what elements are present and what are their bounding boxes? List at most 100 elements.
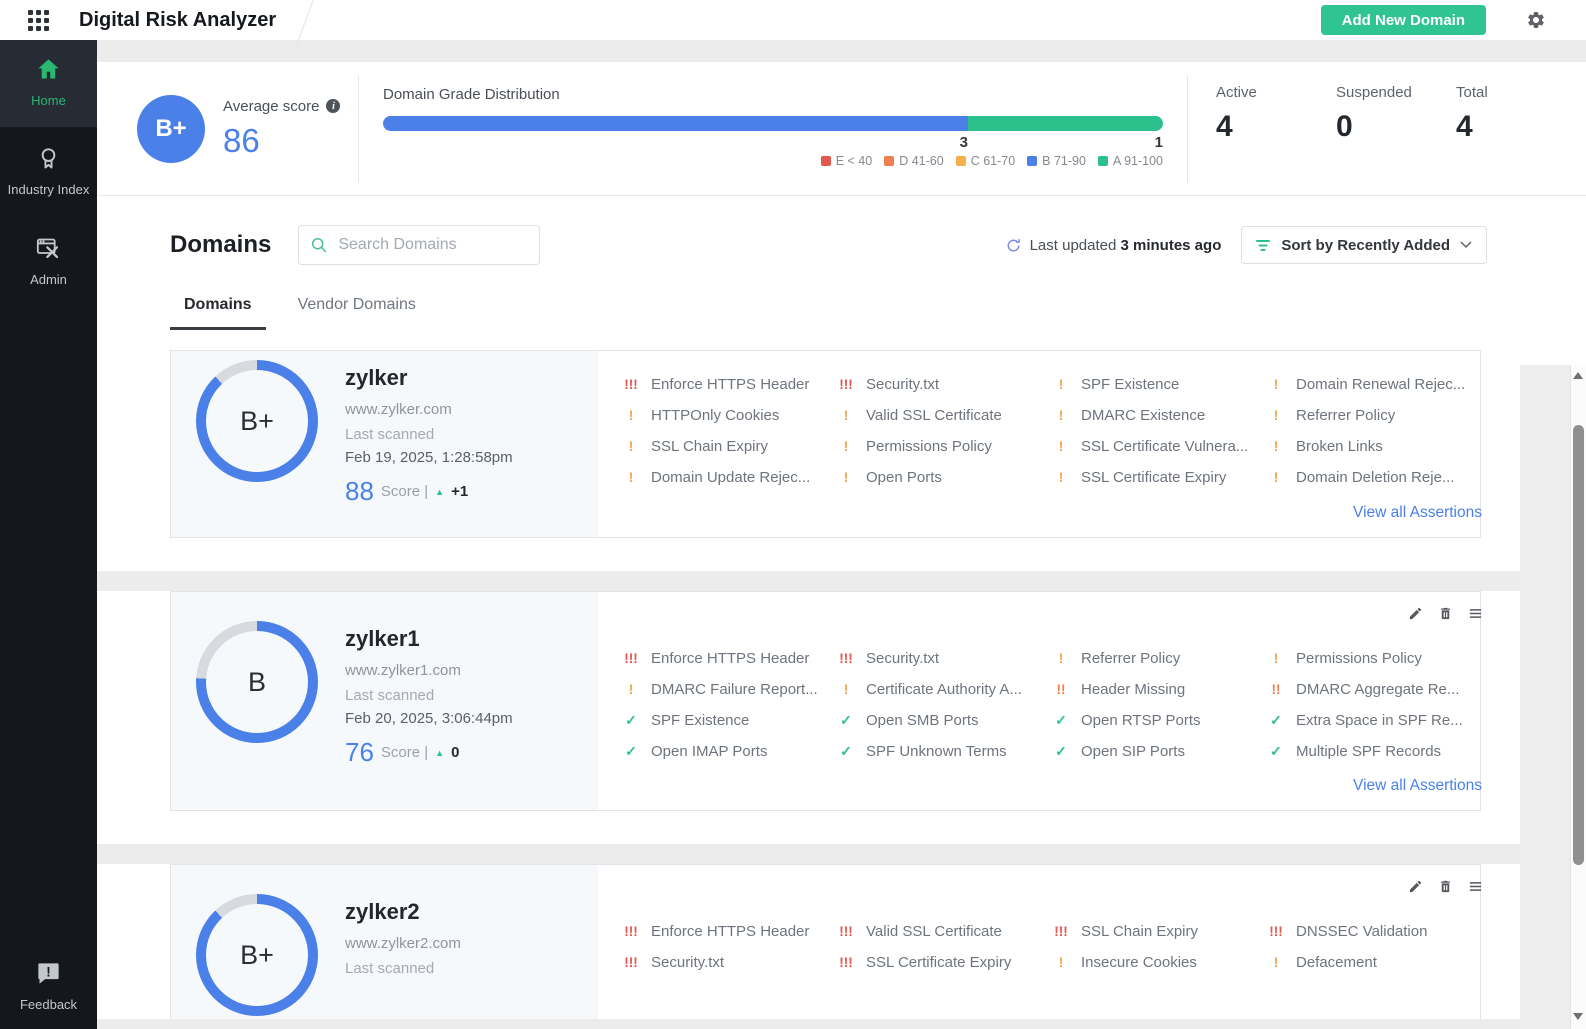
menu-hamburger-icon[interactable] xyxy=(1468,606,1484,622)
sort-label: Sort by Recently Added xyxy=(1281,237,1450,254)
assertion-label: SSL Certificate Vulnera... xyxy=(1081,438,1248,455)
assertion-label: SPF Existence xyxy=(651,712,749,729)
last-scanned-label: Last scanned xyxy=(345,960,461,977)
menu-hamburger-icon[interactable] xyxy=(1468,879,1484,895)
view-all-assertions-link[interactable]: View all Assertions xyxy=(1353,504,1482,522)
assertion-label: Security.txt xyxy=(866,650,939,667)
sidebar-item-home[interactable]: Home xyxy=(0,40,97,127)
domain-card: B+ zylker www.zylker.com Last scanned Fe… xyxy=(170,350,1481,538)
search-icon xyxy=(311,237,327,253)
assertion-label: Referrer Policy xyxy=(1296,407,1395,424)
assertion-item: !Domain Update Rejec... xyxy=(622,469,837,500)
sidebar-item-label: Home xyxy=(31,92,66,109)
assertion-label: DNSSEC Validation xyxy=(1296,923,1427,940)
title-separator xyxy=(296,0,315,47)
assertion-label: Insecure Cookies xyxy=(1081,954,1197,971)
assertion-item: !!!Security.txt xyxy=(622,954,837,985)
view-all-assertions-link[interactable]: View all Assertions xyxy=(1353,777,1482,795)
assertion-label: Multiple SPF Records xyxy=(1296,743,1441,760)
domain-url: www.zylker1.com xyxy=(345,662,513,679)
severity-pass-icon: ✓ xyxy=(837,743,855,760)
delete-trash-icon[interactable] xyxy=(1438,879,1454,895)
domain-card-right-panel: !!!Enforce HTTPS Header!DMARC Failure Re… xyxy=(598,592,1506,810)
assertions-column: !SPF Existence!DMARC Existence!SSL Certi… xyxy=(1052,376,1267,500)
average-grade-badge: B+ xyxy=(137,95,205,163)
chevron-down-icon xyxy=(1460,241,1472,249)
assertion-item: !SSL Certificate Vulnera... xyxy=(1052,438,1267,469)
edit-pencil-icon[interactable] xyxy=(1408,879,1424,895)
assertion-item: !Permissions Policy xyxy=(837,438,1052,469)
assertions-grid: !!!Enforce HTTPS Header!HTTPOnly Cookies… xyxy=(622,376,1482,500)
assertions-grid: !!!Enforce HTTPS Header!DMARC Failure Re… xyxy=(622,650,1482,774)
assertion-item: !Valid SSL Certificate xyxy=(837,407,1052,438)
app-launcher-grid-icon[interactable] xyxy=(28,10,49,31)
sort-dropdown[interactable]: Sort by Recently Added xyxy=(1241,226,1487,264)
last-updated-value: 3 minutes ago xyxy=(1121,237,1222,254)
scrollbar-thumb[interactable] xyxy=(1573,425,1584,865)
severity-low-icon: ! xyxy=(1052,955,1070,970)
sidebar-item-industry-index[interactable]: Industry Index xyxy=(0,132,97,210)
domains-title: Domains xyxy=(170,231,271,259)
scroll-up-arrow[interactable] xyxy=(1573,372,1583,379)
legend-item: E < 40 xyxy=(821,154,873,168)
sidebar-item-feedback[interactable]: ! Feedback xyxy=(0,947,97,1025)
distribution-bar xyxy=(383,116,1163,131)
edit-pencil-icon[interactable] xyxy=(1408,606,1424,622)
delete-trash-icon[interactable] xyxy=(1438,606,1454,622)
domain-card-right-panel: !!!Enforce HTTPS Header!HTTPOnly Cookies… xyxy=(598,351,1506,537)
segment-count-label: 1 xyxy=(1155,134,1163,151)
assertion-item: !Domain Renewal Rejec... xyxy=(1267,376,1482,407)
segment-count-label: 3 xyxy=(960,134,968,151)
severity-critical-icon: !!! xyxy=(622,924,640,939)
assertion-label: Enforce HTTPS Header xyxy=(651,650,809,667)
severity-low-icon: ! xyxy=(1267,377,1285,392)
bar-segment xyxy=(383,116,968,131)
domain-name[interactable]: zylker1 xyxy=(345,626,513,652)
domain-grade: B+ xyxy=(240,940,274,971)
legend-item: D 41-60 xyxy=(884,154,943,168)
severity-critical-icon: !!! xyxy=(1267,924,1285,939)
assertions-column: !!!Enforce HTTPS Header!DMARC Failure Re… xyxy=(622,650,837,774)
assertion-item: !HTTPOnly Cookies xyxy=(622,407,837,438)
assertion-item: !!DMARC Aggregate Re... xyxy=(1267,681,1482,712)
domain-name[interactable]: zylker xyxy=(345,365,513,391)
refresh-icon[interactable] xyxy=(1006,238,1021,253)
sidebar-item-admin[interactable]: Admin xyxy=(0,222,97,300)
tab-vendor-domains[interactable]: Vendor Domains xyxy=(284,296,430,330)
assertion-item: ✓Extra Space in SPF Re... xyxy=(1267,712,1482,743)
scroll-down-arrow[interactable] xyxy=(1573,1013,1583,1020)
assertion-item: !!!SSL Certificate Expiry xyxy=(837,954,1052,985)
severity-low-icon: ! xyxy=(622,439,640,454)
severity-high-icon: !! xyxy=(1052,682,1070,697)
bar-segment xyxy=(968,116,1163,131)
domain-name[interactable]: zylker2 xyxy=(345,899,461,925)
legend-swatch xyxy=(1098,156,1108,166)
last-scanned-label: Last scanned xyxy=(345,426,513,443)
severity-critical-icon: !!! xyxy=(622,955,640,970)
assertion-item: !Referrer Policy xyxy=(1052,650,1267,681)
severity-pass-icon: ✓ xyxy=(1052,712,1070,729)
severity-low-icon: ! xyxy=(1052,408,1070,423)
info-icon[interactable]: i xyxy=(326,99,340,113)
assertion-item: !!!Enforce HTTPS Header xyxy=(622,376,837,407)
search-domains-input[interactable] xyxy=(336,235,527,255)
score-label: Score | xyxy=(381,483,428,500)
assertion-label: Broken Links xyxy=(1296,438,1383,455)
assertion-item: !!!Security.txt xyxy=(837,650,1052,681)
vertical-scrollbar[interactable] xyxy=(1570,365,1586,1029)
settings-gear-icon[interactable] xyxy=(1526,10,1546,30)
assertion-label: Open SIP Ports xyxy=(1081,743,1185,760)
assertions-column: !Permissions Policy!!DMARC Aggregate Re.… xyxy=(1267,650,1482,774)
assertion-item: !SSL Chain Expiry xyxy=(622,438,837,469)
assertion-item: !DMARC Failure Report... xyxy=(622,681,837,712)
domain-score: 76 xyxy=(345,737,374,768)
tab-domains[interactable]: Domains xyxy=(170,296,266,330)
last-scanned-date: Feb 19, 2025, 1:28:58pm xyxy=(345,449,513,466)
assertion-label: SSL Chain Expiry xyxy=(1081,923,1198,940)
severity-pass-icon: ✓ xyxy=(837,712,855,729)
score-line: 76 Score | ▲ 0 xyxy=(345,737,513,768)
feedback-bubble-icon: ! xyxy=(35,960,62,987)
add-new-domain-button[interactable]: Add New Domain xyxy=(1321,5,1486,35)
search-domains-box[interactable] xyxy=(298,225,540,265)
assertion-item: !!!Security.txt xyxy=(837,376,1052,407)
